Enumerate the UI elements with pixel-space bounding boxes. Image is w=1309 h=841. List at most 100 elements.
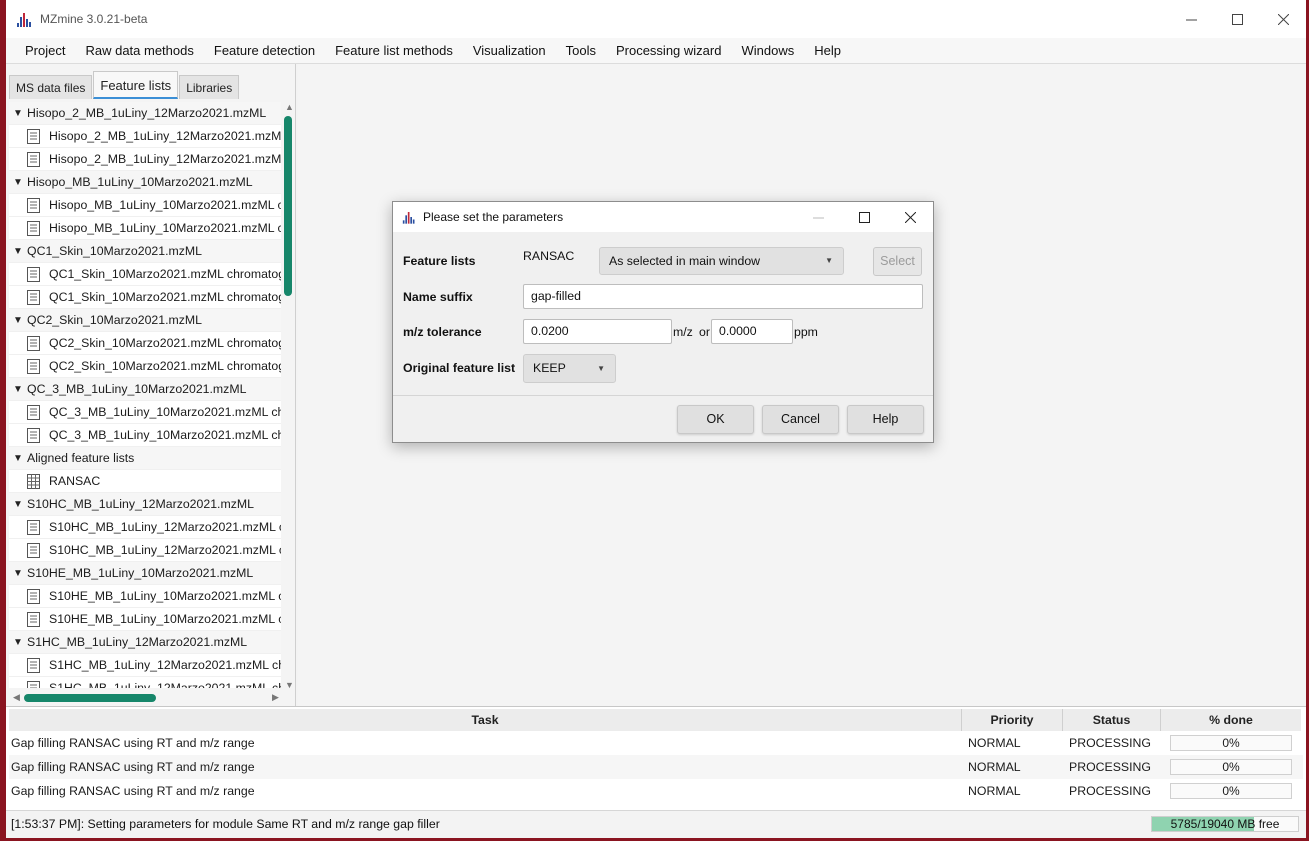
chevron-down-icon: ▼	[597, 364, 605, 373]
tree-group[interactable]: ▼ S10HC_MB_1uLiny_12Marzo2021.mzML	[9, 493, 281, 516]
tree-item[interactable]: Hisopo_2_MB_1uLiny_12Marzo2021.mzML	[9, 148, 281, 171]
menu-feature-detection[interactable]: Feature detection	[204, 38, 325, 64]
ppm-tolerance-input[interactable]: 0.0000	[711, 319, 793, 344]
tree-item[interactable]: QC1_Skin_10Marzo2021.mzML chromatogr	[9, 263, 281, 286]
tree-item-label: QC1_Skin_10Marzo2021.mzML	[27, 244, 202, 258]
task-name: Gap filling RANSAC using RT and m/z rang…	[11, 784, 255, 798]
minimize-button[interactable]	[1168, 0, 1214, 38]
chevron-down-icon: ▼	[825, 256, 833, 265]
tree-item[interactable]: S10HE_MB_1uLiny_10Marzo2021.mzML chr	[9, 585, 281, 608]
mz-tolerance-label: m/z tolerance	[403, 325, 482, 339]
dialog-divider	[393, 395, 933, 396]
column-header-done[interactable]: % done	[1161, 709, 1301, 731]
tree-item[interactable]: Hisopo_MB_1uLiny_10Marzo2021.mzML ch	[9, 194, 281, 217]
feature-list-icon	[27, 151, 40, 167]
dialog-close-button[interactable]	[887, 202, 933, 232]
name-suffix-input[interactable]: gap-filled	[523, 284, 923, 309]
menu-feature-list-methods[interactable]: Feature list methods	[325, 38, 463, 64]
feature-lists-mode-select[interactable]: As selected in main window ▼	[599, 247, 844, 275]
tree-item-label: Hisopo_2_MB_1uLiny_12Marzo2021.mzML	[27, 106, 267, 120]
expand-arrow-icon[interactable]: ▼	[13, 499, 27, 510]
ppm-unit-label: ppm	[794, 325, 818, 339]
mz-unit-label: m/z	[673, 325, 693, 339]
tree-group[interactable]: ▼ QC2_Skin_10Marzo2021.mzML	[9, 309, 281, 332]
task-progress-bar: 0%	[1170, 735, 1292, 751]
tree-item[interactable]: Hisopo_MB_1uLiny_10Marzo2021.mzML ch	[9, 217, 281, 240]
menu-tools[interactable]: Tools	[556, 38, 606, 64]
tree-group[interactable]: ▼ QC_3_MB_1uLiny_10Marzo2021.mzML	[9, 378, 281, 401]
select-button[interactable]: Select	[873, 247, 922, 276]
tree-item[interactable]: RANSAC	[9, 470, 281, 493]
menu-windows[interactable]: Windows	[731, 38, 804, 64]
horizontal-scroll-thumb[interactable]	[24, 694, 156, 702]
task-priority: NORMAL	[968, 736, 1021, 750]
memory-text: 5785/19040 MB free	[1170, 817, 1280, 831]
expand-arrow-icon[interactable]: ▼	[13, 246, 27, 257]
maximize-button[interactable]	[1214, 0, 1260, 38]
menu-help[interactable]: Help	[804, 38, 851, 64]
tree-group[interactable]: ▼ S10HE_MB_1uLiny_10Marzo2021.mzML	[9, 562, 281, 585]
expand-arrow-icon[interactable]: ▼	[13, 568, 27, 579]
tree-item[interactable]: QC2_Skin_10Marzo2021.mzML chromatogr	[9, 355, 281, 378]
column-header-status[interactable]: Status	[1063, 709, 1161, 731]
task-row[interactable]: Gap filling RANSAC using RT and m/z rang…	[9, 755, 1303, 779]
menu-raw-data-methods[interactable]: Raw data methods	[75, 38, 203, 64]
expand-arrow-icon[interactable]: ▼	[13, 453, 27, 464]
expand-arrow-icon[interactable]: ▼	[13, 384, 27, 395]
original-feature-list-select[interactable]: KEEP ▼	[523, 354, 616, 383]
tree-item-label: S10HC_MB_1uLiny_12Marzo2021.mzML	[27, 497, 254, 511]
feature-list-tree[interactable]: ▼ Hisopo_2_MB_1uLiny_12Marzo2021.mzML Hiso…	[9, 102, 281, 688]
column-header-priority[interactable]: Priority	[962, 709, 1063, 731]
tree-item-label: S10HE_MB_1uLiny_10Marzo2021.mzML	[27, 566, 254, 580]
ok-button[interactable]: OK	[677, 405, 754, 434]
tab-libraries[interactable]: Libraries	[179, 75, 240, 99]
feature-lists-value: RANSAC	[523, 249, 575, 263]
tree-item-label: S1HC_MB_1uLiny_12Marzo2021.mzML chrc	[49, 681, 281, 688]
dialog-maximize-button[interactable]	[841, 202, 887, 232]
tree-group[interactable]: ▼ Aligned feature lists	[9, 447, 281, 470]
tree-item[interactable]: S10HC_MB_1uLiny_12Marzo2021.mzML chi	[9, 516, 281, 539]
tree-item-label: Aligned feature lists	[27, 451, 135, 465]
close-button[interactable]	[1260, 0, 1306, 38]
tree-item[interactable]: QC_3_MB_1uLiny_10Marzo2021.mzML chrc	[9, 401, 281, 424]
tree-group[interactable]: ▼ S1HC_MB_1uLiny_12Marzo2021.mzML	[9, 631, 281, 654]
column-header-task[interactable]: Task	[9, 709, 962, 731]
expand-arrow-icon[interactable]: ▼	[13, 108, 27, 119]
scroll-left-icon[interactable]: ◀	[13, 692, 20, 703]
tree-item[interactable]: QC2_Skin_10Marzo2021.mzML chromatogr	[9, 332, 281, 355]
vertical-scroll-thumb[interactable]	[284, 116, 292, 296]
tree-item-label: QC1_Skin_10Marzo2021.mzML chromatogr	[49, 267, 281, 281]
tree-item[interactable]: S10HC_MB_1uLiny_12Marzo2021.mzML chi	[9, 539, 281, 562]
tree-item-label: S10HC_MB_1uLiny_12Marzo2021.mzML chi	[49, 520, 281, 534]
scroll-right-icon[interactable]: ▶	[272, 692, 279, 703]
scroll-up-icon[interactable]: ▲	[285, 102, 294, 112]
tree-item[interactable]: QC1_Skin_10Marzo2021.mzML chromatogr	[9, 286, 281, 309]
expand-arrow-icon[interactable]: ▼	[13, 177, 27, 188]
expand-arrow-icon[interactable]: ▼	[13, 637, 27, 648]
tree-item-label: QC2_Skin_10Marzo2021.mzML chromatogr	[49, 336, 281, 350]
close-icon	[1277, 13, 1289, 25]
tree-item[interactable]: Hisopo_2_MB_1uLiny_12Marzo2021.mzML	[9, 125, 281, 148]
help-button[interactable]: Help	[847, 405, 924, 434]
task-row[interactable]: Gap filling RANSAC using RT and m/z rang…	[9, 731, 1303, 755]
memory-indicator[interactable]: 5785/19040 MB free	[1151, 816, 1299, 832]
tree-group[interactable]: ▼ Hisopo_2_MB_1uLiny_12Marzo2021.mzML	[9, 102, 281, 125]
tab-feature-lists[interactable]: Feature lists	[93, 71, 179, 99]
tree-group[interactable]: ▼ QC1_Skin_10Marzo2021.mzML	[9, 240, 281, 263]
task-row[interactable]: Gap filling RANSAC using RT and m/z rang…	[9, 779, 1303, 803]
aligned-list-icon	[27, 473, 40, 489]
tree-item[interactable]: QC_3_MB_1uLiny_10Marzo2021.mzML chrc	[9, 424, 281, 447]
menu-processing-wizard[interactable]: Processing wizard	[606, 38, 732, 64]
scroll-down-icon[interactable]: ▼	[285, 680, 294, 690]
tree-item[interactable]: S10HE_MB_1uLiny_10Marzo2021.mzML chr	[9, 608, 281, 631]
task-status: PROCESSING	[1069, 736, 1151, 750]
menu-visualization[interactable]: Visualization	[463, 38, 556, 64]
tree-item[interactable]: S1HC_MB_1uLiny_12Marzo2021.mzML chrc	[9, 654, 281, 677]
tree-item[interactable]: S1HC_MB_1uLiny_12Marzo2021.mzML chrc	[9, 677, 281, 688]
tree-group[interactable]: ▼ Hisopo_MB_1uLiny_10Marzo2021.mzML	[9, 171, 281, 194]
tab-ms-data-files[interactable]: MS data files	[9, 75, 93, 99]
menu-project[interactable]: Project	[15, 38, 75, 64]
cancel-button[interactable]: Cancel	[762, 405, 839, 434]
expand-arrow-icon[interactable]: ▼	[13, 315, 27, 326]
mz-tolerance-input[interactable]: 0.0200	[523, 319, 672, 344]
